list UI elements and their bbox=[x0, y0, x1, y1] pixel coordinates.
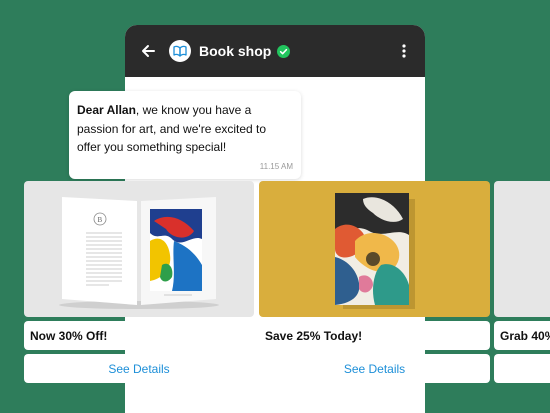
svg-text:B: B bbox=[98, 216, 103, 224]
carousel-card-1: B Now 30% Off! See Details bbox=[24, 181, 254, 383]
message-greeting: Dear Allan bbox=[77, 103, 136, 117]
poster-book-image[interactable] bbox=[259, 181, 490, 317]
chat-title[interactable]: Book shop bbox=[199, 43, 271, 59]
back-arrow-icon[interactable] bbox=[139, 42, 157, 60]
more-menu-icon[interactable] bbox=[397, 42, 411, 60]
see-details-button[interactable]: See Details bbox=[259, 354, 490, 383]
card-title: Save 25% Today! bbox=[259, 321, 490, 350]
message-text: Dear Allan, we know you have a passion f… bbox=[77, 101, 293, 157]
card-image[interactable] bbox=[494, 181, 550, 317]
carousel-card-3: Grab 40% bbox=[494, 181, 550, 383]
see-details-button[interactable]: See Details bbox=[24, 354, 254, 383]
open-book-image[interactable]: B bbox=[24, 181, 254, 317]
message-timestamp: 11.15 AM bbox=[259, 161, 293, 171]
carousel-card-2: Save 25% Today! See Details bbox=[259, 181, 490, 383]
message-bubble: Dear Allan, we know you have a passion f… bbox=[69, 91, 301, 180]
card-title: Now 30% Off! bbox=[24, 321, 254, 350]
book-avatar-icon[interactable] bbox=[169, 40, 191, 62]
chat-header: Book shop bbox=[125, 25, 425, 77]
verified-badge-icon bbox=[277, 44, 291, 58]
card-title: Grab 40% bbox=[494, 321, 550, 350]
see-details-button[interactable] bbox=[494, 354, 550, 383]
